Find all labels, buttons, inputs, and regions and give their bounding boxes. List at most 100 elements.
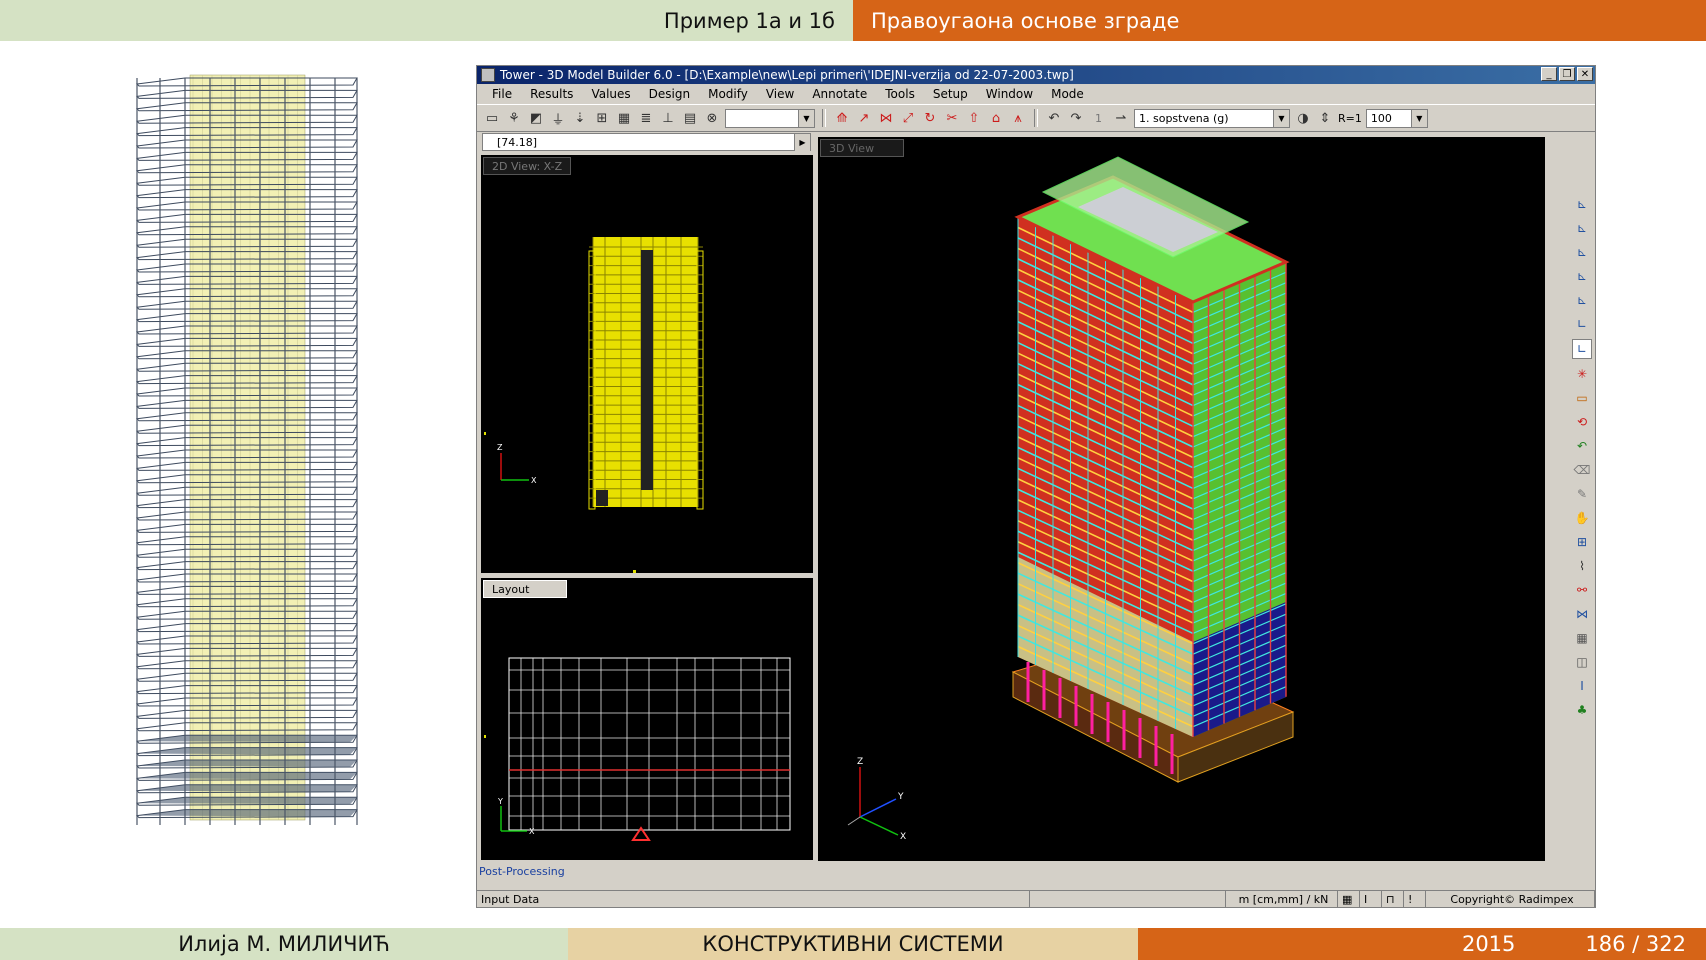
dimension-bar-icon[interactable]: ▭ [1573,389,1591,407]
load-case-select[interactable]: 1. sopstvena (g) ▼ [1134,108,1290,128]
menu-values[interactable]: Values [582,87,639,101]
status-empty [1030,891,1226,907]
support-icon[interactable]: ⏚ [549,109,567,128]
status-grid-icon[interactable]: ▦ [1338,891,1360,907]
load-icon[interactable]: ⇣ [571,109,589,127]
menu-tools[interactable]: Tools [876,87,924,101]
tower-wireframe-render [135,74,358,825]
redo-icon[interactable]: ↷ [1067,109,1085,127]
tower-icon[interactable]: ⩚ [1009,109,1027,127]
coord-readout-field[interactable]: [74.18] ▶ [482,133,811,151]
contrast-icon[interactable]: ◑ [1294,109,1312,127]
step-icon[interactable]: ⇀ [1112,109,1130,127]
footer-right: 2015 186 / 322 [1138,928,1706,960]
slab-icon[interactable]: ▦ [1573,629,1591,647]
cut-icon[interactable]: ✂ [943,109,961,127]
footer-course: КОНСТРУКТИВНИ СИСТЕМИ [568,928,1138,960]
deform-icon[interactable]: ⟰ [833,109,851,127]
status-bar: Input Data m [cm,mm] / kN ▦ Ι ⊓ ! Copyri… [477,890,1595,907]
3d-axis-z-label: Z [857,757,863,767]
moment-icon[interactable]: ↗ [855,109,873,127]
view-2d-canvas: Z X [484,237,704,573]
r-label: R=1 [1338,111,1362,125]
axis-x-label: X [531,476,537,485]
footer-author: Илија М. МИЛИЧИЋ [0,928,568,960]
status-pin-icon[interactable]: ! [1404,891,1426,907]
empty-combo[interactable]: ▼ [725,108,815,128]
menu-design[interactable]: Design [640,87,699,101]
rotate-view-icon[interactable]: ⟲ [1573,413,1591,431]
post-processing-label[interactable]: Post-Processing [479,865,565,878]
view-xz-icon[interactable]: ⊾ [1573,195,1591,213]
view-plan-icon[interactable]: ⊾ [1573,291,1591,309]
menu-file[interactable]: File [483,87,521,101]
chevron-down-icon: ▼ [1273,109,1289,127]
table-icon[interactable]: ▤ [681,109,699,127]
grid-icon[interactable]: ⊞ [593,109,611,127]
box-icon[interactable]: ◫ [1573,653,1591,671]
grid-snap-icon[interactable]: ⊞ [1573,533,1591,551]
plate-icon[interactable]: ◩ [527,109,545,127]
axial-icon[interactable]: ⤢ [899,109,917,127]
beam-icon[interactable]: ⊥ [659,109,677,127]
roof-icon[interactable]: ⌂ [987,109,1005,127]
load-case-value: 1. sopstvena (g) [1139,111,1229,125]
menu-results[interactable]: Results [521,87,582,101]
dimension-icon[interactable]: ⇕ [1316,109,1334,127]
status-copyright: Copyright© Radimpex [1426,891,1595,907]
pencil-icon[interactable]: ✎ [1573,485,1591,503]
app-icon [481,68,495,82]
beam-end-icon[interactable]: ⋈ [1573,605,1591,623]
menu-setup[interactable]: Setup [924,87,977,101]
mesh-icon[interactable]: ▦ [615,109,633,127]
axes-icon[interactable]: ∟ [1573,315,1591,333]
erase-icon[interactable]: ⌫ [1573,461,1591,479]
chevron-down-icon: ▼ [798,109,814,127]
3d-axis-y-label: Y [897,792,904,802]
minimize-icon[interactable]: _ [1541,67,1557,81]
menu-mode[interactable]: Mode [1042,87,1093,101]
chevron-down-icon: ▼ [1410,109,1427,127]
tree-icon[interactable]: ♣ [1573,701,1591,719]
rotate-icon[interactable]: ↻ [921,109,939,127]
menu-annotate[interactable]: Annotate [803,87,876,101]
view-2d-xz[interactable]: 2D View: X-Z Z X [481,155,813,573]
menu-window[interactable]: Window [977,87,1042,101]
3d-axis-x-label: X [900,832,906,842]
view-iso-icon[interactable]: ⊾ [1573,243,1591,261]
member-icon[interactable]: ⚘ [505,109,523,127]
axes-active-icon[interactable]: ∟ [1572,339,1592,359]
slide-footer: Илија М. МИЛИЧИЋ КОНСТРУКТИВНИ СИСТЕМИ 2… [0,928,1706,960]
zoom-value: 100 [1370,111,1392,125]
chevron-right-icon: ▶ [794,134,810,151]
view-yz-icon[interactable]: ⊾ [1573,219,1591,237]
select-icon[interactable]: ▭ [483,109,501,127]
shear-icon[interactable]: ⋈ [877,109,895,127]
menu-modify[interactable]: Modify [699,87,757,101]
window-title: Tower - 3D Model Builder 6.0 - [D:\Examp… [500,68,1074,82]
hinge-icon[interactable]: ⚯ [1573,581,1591,599]
view-3d[interactable]: 3D View Z Y X [818,137,1545,861]
section-icon[interactable]: Ι [1573,677,1591,695]
view-iso2-icon[interactable]: ⊾ [1573,267,1591,285]
window-titlebar: Tower - 3D Model Builder 6.0 - [D:\Examp… [477,66,1595,84]
undo-icon[interactable]: ↶ [1045,109,1063,127]
stop-icon[interactable]: ⊗ [703,109,721,127]
menu-view[interactable]: View [757,87,803,101]
close-icon[interactable]: ✕ [1577,67,1593,81]
status-ortho-icon[interactable]: Ι [1360,891,1382,907]
restore-icon[interactable]: ❐ [1559,67,1575,81]
pan-left-icon[interactable]: ↶ [1573,437,1591,455]
layout-axis-y-label: Y [497,797,503,806]
main-toolbar: ▭ ⚘ ◩ ⏚ ⇣ ⊞ ▦ ≣ ⊥ ▤ ⊗ ▼ ⟰ ↗ ⋈ ⤢ ↻ ✂ ⇧ ⌂ … [477,104,1595,132]
level-icon[interactable]: ≣ [637,109,655,127]
slide-section-title: Пример 1а и 1б [0,0,853,41]
view-layout[interactable]: Layout Y X [481,578,813,860]
arrow-up-icon[interactable]: ⇧ [965,109,983,127]
status-snap-icon[interactable]: ⊓ [1382,891,1404,907]
spring-icon[interactable]: ⌇ [1573,557,1591,575]
footer-page: 186 / 322 [1585,932,1686,956]
node-icon[interactable]: ✳ [1573,365,1591,383]
hand-icon[interactable]: ✋ [1573,509,1591,527]
zoom-select[interactable]: 100 ▼ [1365,108,1428,128]
